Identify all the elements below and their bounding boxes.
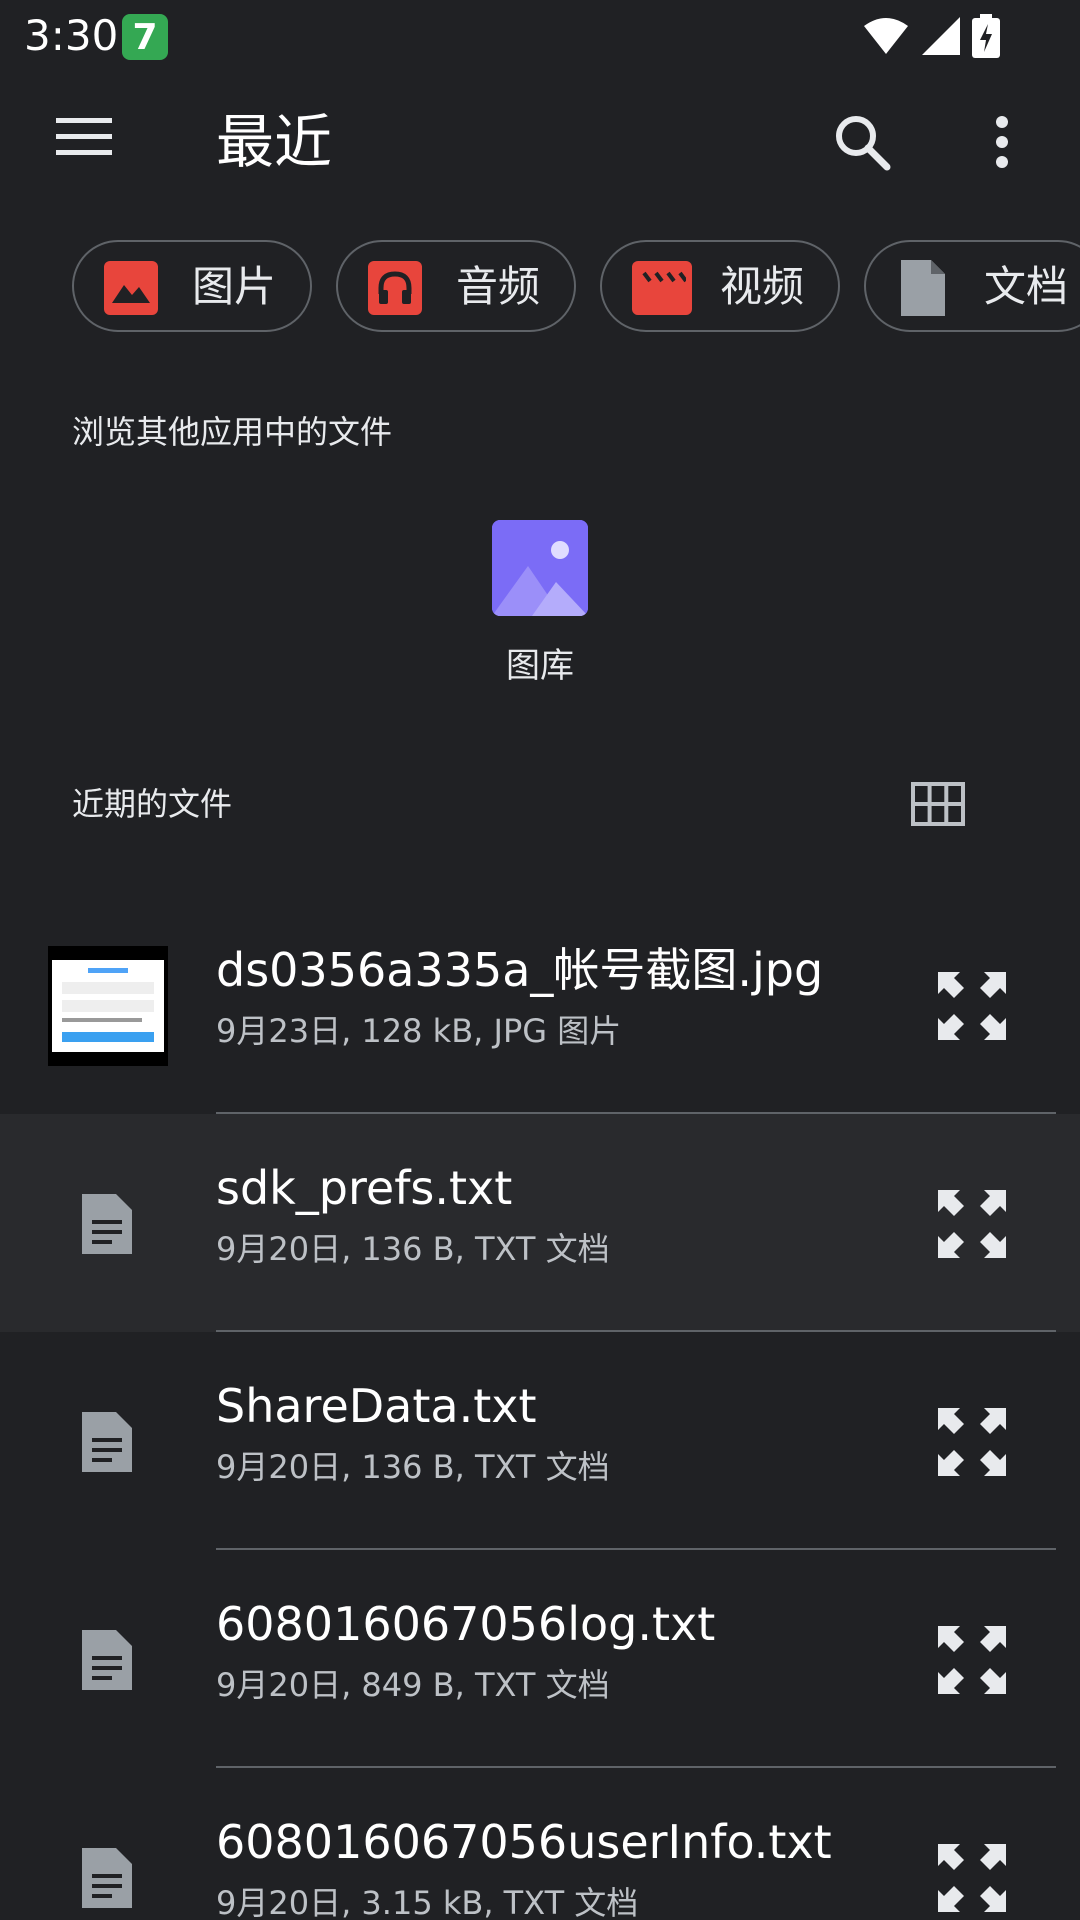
grid-view-icon bbox=[911, 782, 965, 826]
search-button[interactable] bbox=[826, 106, 898, 178]
gallery-app-item[interactable]: 图库 bbox=[470, 520, 610, 687]
clapperboard-icon bbox=[632, 261, 692, 315]
chip-label: 文档 bbox=[984, 262, 1069, 311]
file-name: 608016067056userInfo.txt bbox=[216, 1815, 832, 1869]
category-chips: 图片 音频 视频 文档 bbox=[72, 240, 1080, 336]
signal-icon bbox=[922, 17, 960, 55]
text-document-icon bbox=[80, 1846, 134, 1910]
image-icon bbox=[104, 261, 158, 315]
page-title: 最近 bbox=[216, 108, 333, 176]
headphones-icon bbox=[368, 261, 422, 315]
file-row[interactable]: 608016067056userInfo.txt 9月20日, 3.15 kB,… bbox=[0, 1768, 1080, 1920]
file-meta: 9月20日, 136 B, TXT 文档 bbox=[216, 1230, 610, 1268]
file-thumbnail bbox=[48, 946, 168, 1066]
status-time: 3:30 bbox=[24, 11, 119, 60]
more-vert-icon bbox=[996, 116, 1008, 168]
chip-label: 音频 bbox=[456, 262, 541, 311]
text-document-icon bbox=[80, 1628, 134, 1692]
gallery-icon bbox=[492, 520, 588, 616]
file-name: ShareData.txt bbox=[216, 1379, 537, 1433]
gallery-label: 图库 bbox=[506, 646, 574, 686]
grid-view-button[interactable] bbox=[906, 778, 970, 830]
text-document-icon bbox=[80, 1192, 134, 1256]
fullscreen-icon bbox=[938, 972, 1006, 1040]
chip-label: 图片 bbox=[192, 262, 277, 311]
battery-charging-icon bbox=[972, 14, 1000, 58]
browse-section-title: 浏览其他应用中的文件 bbox=[72, 413, 393, 451]
more-options-button[interactable] bbox=[966, 106, 1038, 178]
file-row[interactable]: ShareData.txt 9月20日, 136 B, TXT 文档 bbox=[0, 1332, 1080, 1550]
file-meta: 9月23日, 128 kB, JPG 图片 bbox=[216, 1012, 622, 1050]
file-name: 608016067056log.txt bbox=[216, 1597, 716, 1651]
file-meta: 9月20日, 849 B, TXT 文档 bbox=[216, 1666, 610, 1704]
file-meta: 9月20日, 3.15 kB, TXT 文档 bbox=[216, 1884, 639, 1920]
fullscreen-icon bbox=[938, 1844, 1006, 1912]
file-name: ds0356a335a_帐号截图.jpg bbox=[216, 943, 824, 997]
expand-preview-button[interactable] bbox=[936, 1624, 1008, 1696]
notification-app-icon: 7 bbox=[122, 14, 168, 60]
expand-preview-button[interactable] bbox=[936, 1406, 1008, 1478]
file-meta: 9月20日, 136 B, TXT 文档 bbox=[216, 1448, 610, 1486]
expand-preview-button[interactable] bbox=[936, 1188, 1008, 1260]
fullscreen-icon bbox=[938, 1190, 1006, 1258]
expand-preview-button[interactable] bbox=[936, 1842, 1008, 1914]
text-document-icon bbox=[80, 1410, 134, 1474]
chip-label: 视频 bbox=[720, 262, 805, 311]
chip-images[interactable]: 图片 bbox=[72, 240, 312, 332]
hamburger-menu-icon bbox=[56, 118, 112, 155]
search-icon bbox=[836, 116, 891, 171]
file-row[interactable]: sdk_prefs.txt 9月20日, 136 B, TXT 文档 bbox=[0, 1114, 1080, 1332]
fullscreen-icon bbox=[938, 1408, 1006, 1476]
status-icons bbox=[862, 14, 1000, 58]
chip-documents[interactable]: 文档 bbox=[864, 240, 1080, 332]
file-name: sdk_prefs.txt bbox=[216, 1161, 513, 1215]
chip-video[interactable]: 视频 bbox=[600, 240, 840, 332]
fullscreen-icon bbox=[938, 1626, 1006, 1694]
file-row[interactable]: ds0356a335a_帐号截图.jpg 9月23日, 128 kB, JPG … bbox=[0, 896, 1080, 1114]
file-row[interactable]: 608016067056log.txt 9月20日, 849 B, TXT 文档 bbox=[0, 1550, 1080, 1768]
chip-audio[interactable]: 音频 bbox=[336, 240, 576, 332]
recent-files-title: 近期的文件 bbox=[72, 785, 233, 823]
expand-preview-button[interactable] bbox=[936, 970, 1008, 1042]
document-icon bbox=[896, 260, 950, 316]
menu-button[interactable] bbox=[48, 100, 120, 172]
wifi-icon bbox=[864, 18, 908, 54]
